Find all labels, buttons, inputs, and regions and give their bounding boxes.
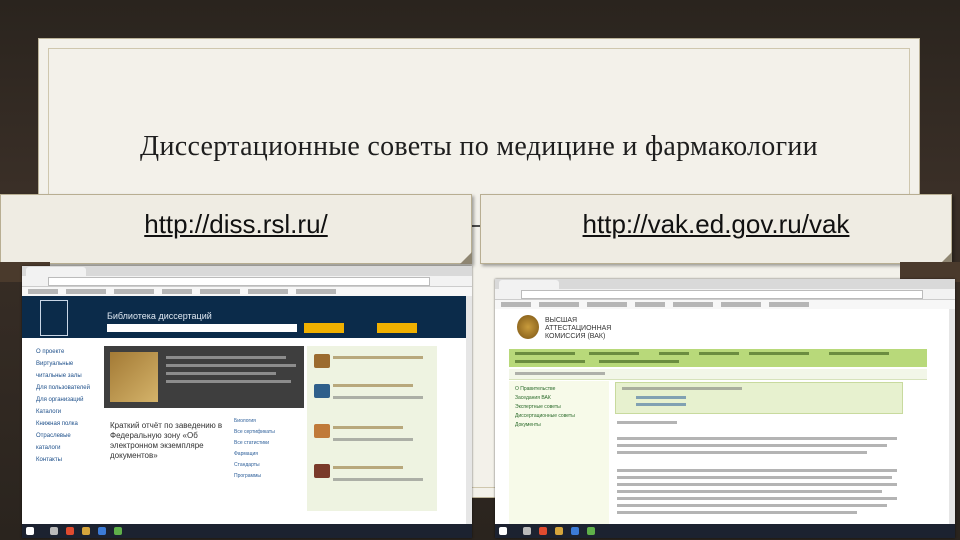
category-link[interactable]: Все сертификаты <box>234 427 304 438</box>
browser-toolbar <box>495 289 955 300</box>
sidebar-item[interactable]: Для организаций <box>36 394 96 406</box>
browser-tabstrip <box>22 266 472 276</box>
taskbar-app-icon[interactable] <box>114 527 122 535</box>
windows-taskbar <box>495 524 955 538</box>
sidebar-item[interactable]: Экспертные советы <box>515 403 607 412</box>
slide-title: Диссертационные советы по медицине и фар… <box>140 131 818 162</box>
right-link-tab[interactable]: http://vak.ed.gov.ru/vak <box>480 194 952 264</box>
taskbar-app-icon[interactable] <box>82 527 90 535</box>
vak-main-nav <box>509 349 927 367</box>
info-box <box>615 382 903 414</box>
taskbar-app-icon[interactable] <box>98 527 106 535</box>
banner-image <box>110 352 158 402</box>
taskbar-app-icon[interactable] <box>523 527 531 535</box>
tab-fold-icon <box>460 252 472 264</box>
rsl-screenshot: Библиотека диссертаций О проекте Виртуал… <box>22 266 472 538</box>
partner-logo-icon[interactable] <box>314 354 330 368</box>
taskbar-app-icon[interactable] <box>587 527 595 535</box>
sidebar-item[interactable]: О Правительстве <box>515 385 607 394</box>
category-list: Биология Все сертификаты Все статистики … <box>234 416 304 482</box>
start-icon[interactable] <box>499 527 507 535</box>
partner-logo-icon[interactable] <box>314 384 330 398</box>
browser-toolbar <box>22 276 472 287</box>
taskbar-app-icon[interactable] <box>50 527 58 535</box>
sidebar-item[interactable]: О проекте <box>36 346 96 358</box>
partner-logo-icon[interactable] <box>314 424 330 438</box>
vak-screenshot: ВЫСШАЯ АТТЕСТАЦИОННАЯ КОМИССИЯ (ВАК) О П… <box>495 279 955 538</box>
vak-brand: ВЫСШАЯ АТТЕСТАЦИОННАЯ КОМИССИЯ (ВАК) <box>545 317 612 340</box>
browser-tab <box>499 280 559 289</box>
category-link[interactable]: Стандарты <box>234 460 304 471</box>
category-link[interactable]: Фармация <box>234 449 304 460</box>
windows-taskbar <box>22 524 472 538</box>
left-url-link[interactable]: http://diss.rsl.ru/ <box>1 209 471 240</box>
rsl-logo <box>40 300 68 336</box>
rsl-sidebar: О проекте Виртуальные читальные залы Для… <box>36 346 96 466</box>
rsl-search-button[interactable] <box>304 323 344 333</box>
breadcrumb <box>509 369 927 380</box>
rsl-search-input[interactable] <box>107 324 297 332</box>
left-link-tab[interactable]: http://diss.rsl.ru/ <box>0 194 472 264</box>
sidebar-item[interactable]: Диссертационные советы <box>515 412 607 421</box>
featured-article[interactable]: Краткий отчёт по заведению в Федеральную… <box>110 421 240 461</box>
rsl-banner[interactable] <box>104 346 304 408</box>
sidebar-item[interactable]: Книжная полка <box>36 418 96 430</box>
taskbar-app-icon[interactable] <box>555 527 563 535</box>
scrollbar[interactable] <box>949 309 955 524</box>
browser-tabstrip <box>495 279 955 289</box>
sidebar-item[interactable]: Контакты <box>36 454 96 466</box>
sidebar-item[interactable]: Каталоги <box>36 406 96 418</box>
sidebar-item[interactable]: Заседания ВАК <box>515 394 607 403</box>
sidebar-item[interactable]: Отраслевые каталоги <box>36 430 96 454</box>
sidebar-item[interactable]: Виртуальные читальные залы <box>36 358 96 382</box>
browser-tab <box>26 267 86 276</box>
taskbar-app-icon[interactable] <box>539 527 547 535</box>
category-link[interactable]: Биология <box>234 416 304 427</box>
address-bar <box>48 277 430 286</box>
partner-logo-icon[interactable] <box>314 464 330 478</box>
start-icon[interactable] <box>26 527 34 535</box>
sidebar-item[interactable]: Документы <box>515 421 607 430</box>
right-url-link[interactable]: http://vak.ed.gov.ru/vak <box>481 209 951 240</box>
taskbar-app-icon[interactable] <box>66 527 74 535</box>
scrollbar[interactable] <box>466 296 472 524</box>
address-bar <box>521 290 923 299</box>
taskbar-app-icon[interactable] <box>571 527 579 535</box>
rsl-advanced-button[interactable] <box>377 323 417 333</box>
category-link[interactable]: Программы <box>234 471 304 482</box>
emblem-icon <box>517 315 539 339</box>
sidebar-item[interactable]: Для пользователей <box>36 382 96 394</box>
category-link[interactable]: Все статистики <box>234 438 304 449</box>
rsl-site-title: Библиотека диссертаций <box>107 311 212 321</box>
vak-sidebar-links: О Правительстве Заседания ВАК Экспертные… <box>515 385 607 430</box>
